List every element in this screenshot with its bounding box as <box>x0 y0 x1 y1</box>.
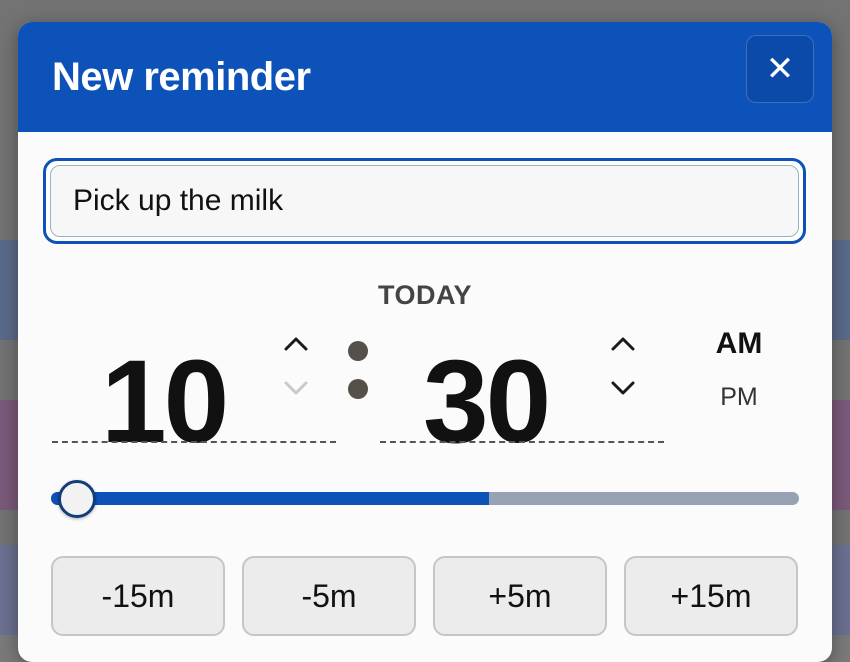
backdrop-shape <box>0 400 20 510</box>
close-button[interactable]: ✕ <box>746 35 814 103</box>
backdrop-shape <box>830 240 850 340</box>
am-option[interactable]: AM <box>699 327 779 361</box>
reminder-text-focus-ring <box>43 158 806 244</box>
chevron-up-icon <box>284 337 308 351</box>
minutes-underline <box>380 441 664 443</box>
minutes-decrement-button[interactable] <box>610 371 636 405</box>
minutes-increment-button[interactable] <box>610 327 636 361</box>
hours-decrement-button[interactable] <box>283 371 309 405</box>
dialog-header: New reminder ✕ <box>18 22 832 132</box>
close-icon: ✕ <box>765 50 795 88</box>
pm-option[interactable]: PM <box>699 383 779 412</box>
hours-increment-button[interactable] <box>283 327 309 361</box>
slider-thumb[interactable] <box>58 480 96 518</box>
chevron-down-icon <box>611 381 635 395</box>
hours-value[interactable]: 10 <box>101 343 229 461</box>
quick-adjust-buttons: -15m -5m +5m +15m <box>43 556 807 636</box>
plus-15m-button[interactable]: +15m <box>624 556 798 636</box>
backdrop-shape <box>0 240 20 340</box>
backdrop-shape <box>0 545 20 635</box>
dialog-body: TODAY 10 30 <box>18 132 832 636</box>
minus-15m-button[interactable]: -15m <box>51 556 225 636</box>
time-slider[interactable] <box>43 479 807 519</box>
chevron-up-icon <box>611 337 635 351</box>
minus-5m-button[interactable]: -5m <box>242 556 416 636</box>
chevron-down-icon <box>284 381 308 395</box>
dialog-title: New reminder <box>52 54 311 99</box>
hours-stepper <box>276 327 316 405</box>
hours-underline <box>52 441 336 443</box>
time-picker: 10 30 AM PM <box>43 323 807 493</box>
minutes-value[interactable]: 30 <box>423 343 551 461</box>
backdrop-shape <box>830 400 850 510</box>
slider-fill <box>51 492 489 505</box>
day-label: TODAY <box>377 280 473 310</box>
new-reminder-dialog: New reminder ✕ TODAY 10 30 <box>18 22 832 662</box>
plus-5m-button[interactable]: +5m <box>433 556 607 636</box>
reminder-text-input[interactable] <box>50 165 799 237</box>
period-toggle: AM PM <box>699 327 779 412</box>
time-separator <box>348 341 368 399</box>
backdrop-shape <box>830 545 850 635</box>
minutes-stepper <box>603 327 643 405</box>
